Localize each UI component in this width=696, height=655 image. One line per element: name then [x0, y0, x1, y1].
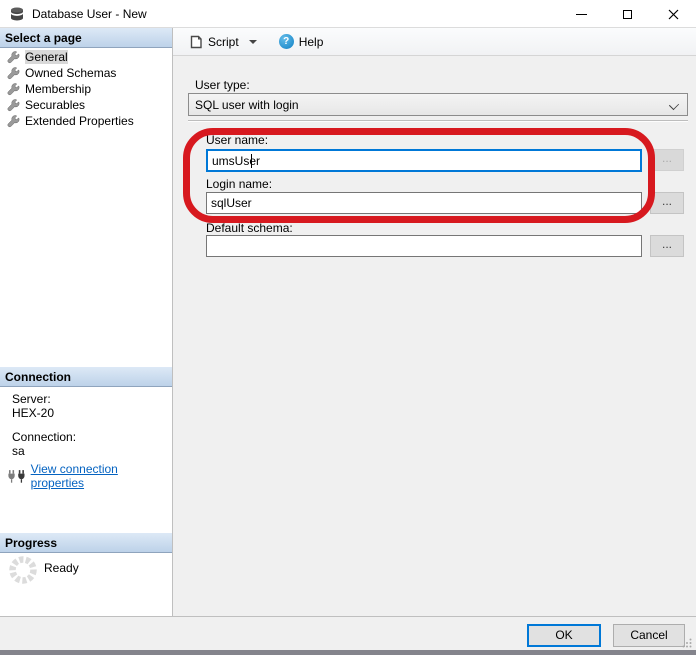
server-value: HEX-20: [12, 406, 54, 420]
sidebar-item-securables[interactable]: Securables: [0, 97, 172, 113]
default-schema-label: Default schema:: [206, 221, 293, 235]
group-separator: [188, 120, 688, 122]
ok-button[interactable]: OK: [527, 624, 601, 647]
user-name-browse-button[interactable]: ...: [650, 149, 684, 171]
view-connection-properties-link[interactable]: View connection properties: [31, 462, 172, 490]
database-user-new-dialog: Database User - New Select a page Genera…: [0, 0, 696, 655]
wrench-icon: [7, 83, 20, 96]
default-schema-browse-button[interactable]: ...: [650, 235, 684, 257]
wrench-icon: [7, 99, 20, 112]
script-button[interactable]: Script: [185, 31, 267, 53]
close-button[interactable]: [650, 0, 696, 28]
window-title: Database User - New: [32, 7, 147, 21]
chevron-down-icon: [669, 100, 679, 110]
connection-header: Connection: [0, 367, 172, 387]
view-connection-properties-row: View connection properties: [8, 462, 172, 490]
sidebar: Select a page General Owned Schemas Memb…: [0, 28, 173, 617]
resize-grip[interactable]: [682, 638, 692, 648]
toolbar: Script ? Help: [173, 28, 696, 56]
login-name-label: Login name:: [206, 177, 272, 191]
sidebar-item-label: Extended Properties: [25, 114, 134, 128]
chevron-down-icon[interactable]: [249, 40, 257, 44]
minimize-icon: [576, 14, 587, 15]
sidebar-item-general[interactable]: General: [0, 49, 172, 65]
wrench-icon: [7, 51, 20, 64]
database-icon: [10, 7, 24, 21]
main-panel: Script ? Help User type: SQL user with l…: [173, 28, 696, 617]
script-label: Script: [208, 35, 239, 49]
sidebar-item-membership[interactable]: Membership: [0, 81, 172, 97]
login-name-input[interactable]: [206, 192, 642, 214]
default-schema-input[interactable]: [206, 235, 642, 257]
sidebar-item-label: Securables: [25, 98, 85, 112]
help-label: Help: [299, 35, 324, 49]
progress-header: Progress: [0, 533, 172, 553]
sidebar-item-extended-properties[interactable]: Extended Properties: [0, 113, 172, 129]
sidebar-item-label: Owned Schemas: [25, 66, 116, 80]
user-type-dropdown[interactable]: SQL user with login: [188, 93, 688, 116]
connection-label: Connection:: [12, 430, 76, 444]
spinner-icon: [8, 555, 38, 585]
close-icon: [668, 9, 679, 20]
server-label: Server:: [12, 392, 51, 406]
user-type-value: SQL user with login: [195, 98, 299, 112]
text-caret: [251, 154, 252, 168]
help-button[interactable]: ? Help: [275, 31, 328, 53]
cancel-button[interactable]: Cancel: [613, 624, 685, 647]
login-name-browse-button[interactable]: ...: [650, 192, 684, 214]
progress-status: Ready: [44, 561, 79, 575]
maximize-button[interactable]: [604, 0, 650, 28]
select-a-page-header: Select a page: [0, 28, 172, 48]
footer: OK Cancel: [0, 617, 696, 650]
minimize-button[interactable]: [558, 0, 604, 28]
window-bottom-edge: [0, 650, 696, 655]
maximize-icon: [623, 10, 632, 19]
sidebar-item-label: General: [25, 50, 68, 64]
plug-icon: [8, 469, 27, 484]
user-name-label: User name:: [206, 133, 268, 147]
connection-value: sa: [12, 444, 25, 458]
wrench-icon: [7, 67, 20, 80]
help-icon: ?: [279, 34, 294, 49]
sidebar-item-label: Membership: [25, 82, 91, 96]
window-titlebar: Database User - New: [0, 0, 696, 28]
user-type-label: User type:: [195, 78, 250, 92]
wrench-icon: [7, 115, 20, 128]
sidebar-item-owned-schemas[interactable]: Owned Schemas: [0, 65, 172, 81]
script-icon: [189, 35, 203, 49]
user-name-input[interactable]: [206, 149, 642, 172]
